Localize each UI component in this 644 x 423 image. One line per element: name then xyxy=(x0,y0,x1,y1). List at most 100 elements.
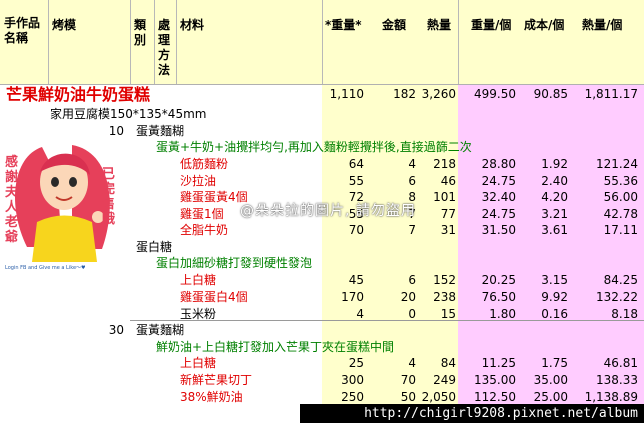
header-row: 手作品名稱 烤模 類別 處理方法 材料 *重量* 金額 熱量 重量/個 成本/個… xyxy=(0,0,644,85)
ingredient-cal-each: 1,138.89 xyxy=(584,390,638,404)
ingredient-cost: 6 xyxy=(408,174,416,188)
ingredient-calories: 152 xyxy=(433,273,456,287)
photo-side-text-right: 已完售哦 xyxy=(102,167,116,227)
ingredient-cal-each: 55.36 xyxy=(603,174,638,188)
section-step: 蛋白加細砂糖打發到硬性發泡 xyxy=(156,256,313,270)
ingredient-calories: 77 xyxy=(440,207,456,221)
ingredient-weight: 300 xyxy=(341,373,364,387)
header-material: 材料 xyxy=(180,18,205,32)
recipe-calories: 3,260 xyxy=(421,87,456,101)
ingredient-calories: 218 xyxy=(433,157,456,171)
ingredient-cal-each: 138.33 xyxy=(596,373,638,387)
section-number: 30 xyxy=(108,323,124,337)
ingredient-weight: 55 xyxy=(348,174,364,188)
ingredient-weight: 25 xyxy=(348,356,364,370)
ingredient-cost: 6 xyxy=(408,273,416,287)
ingredient-weight: 170 xyxy=(341,290,364,304)
header-weight: *重量* xyxy=(325,18,362,32)
section-name: 蛋白糖 xyxy=(136,240,173,254)
avatar-photo: Login FB and Give me a Like～♥ 感謝夫人老爺 已完售… xyxy=(2,137,127,272)
ingredient-name: 新鮮芒果切丁 xyxy=(180,373,253,387)
ingredient-cost-each: 25.00 xyxy=(533,390,568,404)
ingredient-weight-each: 24.75 xyxy=(481,207,516,221)
recipe-cost-each: 90.85 xyxy=(533,87,568,101)
ingredient-name: 上白糖 xyxy=(180,356,217,370)
ingredient-cost: 4 xyxy=(408,356,416,370)
header-cost: 金額 xyxy=(382,18,407,32)
header-method: 處理方法 xyxy=(158,18,171,77)
ingredient-weight-each: 11.25 xyxy=(481,356,516,370)
ingredient-cost-each: 1.75 xyxy=(541,356,568,370)
header-product-name: 手作品名稱 xyxy=(4,16,41,45)
ingredient-cal-each: 42.78 xyxy=(603,207,638,221)
ingredient-calories: 84 xyxy=(440,356,456,370)
ingredient-name: 低筋麵粉 xyxy=(180,157,229,171)
ingredient-cost: 70 xyxy=(400,373,416,387)
ingredient-cost: 50 xyxy=(400,390,416,404)
ingredient-cal-each: 56.00 xyxy=(603,190,638,204)
ingredient-calories: 2,050 xyxy=(421,390,456,404)
ingredient-weight-each: 24.75 xyxy=(481,174,516,188)
header-weight-each: 重量/個 xyxy=(471,18,512,32)
ingredient-cost-each: 3.21 xyxy=(541,207,568,221)
recipe-weight: 1,110 xyxy=(329,87,364,101)
ingredient-name: 雞蛋1個 xyxy=(180,207,224,221)
section-step: 鮮奶油+上白糖打發加入芒果丁夾在蛋糕中間 xyxy=(156,340,395,354)
ingredient-weight-each: 32.40 xyxy=(481,190,516,204)
ingredient-calories: 238 xyxy=(433,290,456,304)
recipe-title: 芒果鮮奶油牛奶蛋糕 xyxy=(6,85,151,104)
recipe-cost: 182 xyxy=(393,87,416,101)
ingredient-weight-each: 28.80 xyxy=(481,157,516,171)
header-category: 類別 xyxy=(134,18,147,47)
header-cal-each: 熱量/個 xyxy=(582,18,623,32)
section-step: 蛋黃+牛奶+油攪拌均勻,再加入麵粉輕攪拌後,直接過篩二次 xyxy=(156,140,472,154)
ingredient-weight: 70 xyxy=(348,223,364,237)
section-name: 蛋黃麵糊 xyxy=(136,323,185,337)
ingredient-cal-each: 132.22 xyxy=(596,290,638,304)
ingredient-weight: 64 xyxy=(348,157,364,171)
ingredient-cal-each: 121.24 xyxy=(596,157,638,171)
header-cost-each: 成本/個 xyxy=(524,18,565,32)
ingredient-cost-each: 35.00 xyxy=(533,373,568,387)
photo-side-text-left: 感謝夫人老爺 xyxy=(5,155,19,245)
recipe-mold: 家用豆腐模150*135*45mm xyxy=(50,107,207,121)
spreadsheet: 手作品名稱 烤模 類別 處理方法 材料 *重量* 金額 熱量 重量/個 成本/個… xyxy=(0,0,644,423)
ingredient-cal-each: 17.11 xyxy=(603,223,638,237)
ingredient-cost-each: 4.20 xyxy=(541,190,568,204)
ingredient-name: 全脂牛奶 xyxy=(180,223,229,237)
header-calories: 熱量 xyxy=(427,18,452,32)
ingredient-cal-each: 46.81 xyxy=(603,356,638,370)
ingredient-weight: 45 xyxy=(348,273,364,287)
ingredient-cost-each: 9.92 xyxy=(541,290,568,304)
ingredient-weight-each: 76.50 xyxy=(481,290,516,304)
header-mold: 烤模 xyxy=(52,18,77,32)
ingredient-weight-each: 31.50 xyxy=(481,223,516,237)
url-bar[interactable]: http://chigirl9208.pixnet.net/album xyxy=(300,404,644,423)
ingredient-cost-each: 3.15 xyxy=(541,273,568,287)
ingredient-weight: 250 xyxy=(341,390,364,404)
ingredient-weight-each: 135.00 xyxy=(474,373,516,387)
ingredient-cal-each: 84.25 xyxy=(603,273,638,287)
ingredient-cost-each: 3.61 xyxy=(541,223,568,237)
ingredient-calories: 101 xyxy=(433,190,456,204)
ingredient-name: 雞蛋蛋白4個 xyxy=(180,290,248,304)
section-name: 蛋黃麵糊 xyxy=(136,124,185,138)
ingredient-calories: 46 xyxy=(440,174,456,188)
ingredient-calories: 31 xyxy=(440,223,456,237)
ingredient-name: 上白糖 xyxy=(180,273,217,287)
ingredient-cost: 20 xyxy=(400,290,416,304)
ingredient-weight-each: 20.25 xyxy=(481,273,516,287)
ingredient-name: 38%鮮奶油 xyxy=(180,390,243,404)
ingredient-cost: 4 xyxy=(408,157,416,171)
ingredient-name: 雞蛋蛋黃4個 xyxy=(180,190,248,204)
recipe-weight-each: 499.50 xyxy=(474,87,516,101)
ingredient-cost-each: 2.40 xyxy=(541,174,568,188)
ingredient-cost: 7 xyxy=(408,223,416,237)
ingredient-cost-each: 1.92 xyxy=(541,157,568,171)
ingredient-name: 沙拉油 xyxy=(180,174,217,188)
svg-text:Login FB and Give me a Like～♥: Login FB and Give me a Like～♥ xyxy=(5,265,86,271)
section-divider xyxy=(130,320,644,321)
watermark-text: @朵朵拉的圖片, 請勿盜用 xyxy=(240,203,416,219)
ingredient-weight-each: 112.50 xyxy=(474,390,516,404)
ingredient-calories: 249 xyxy=(433,373,456,387)
